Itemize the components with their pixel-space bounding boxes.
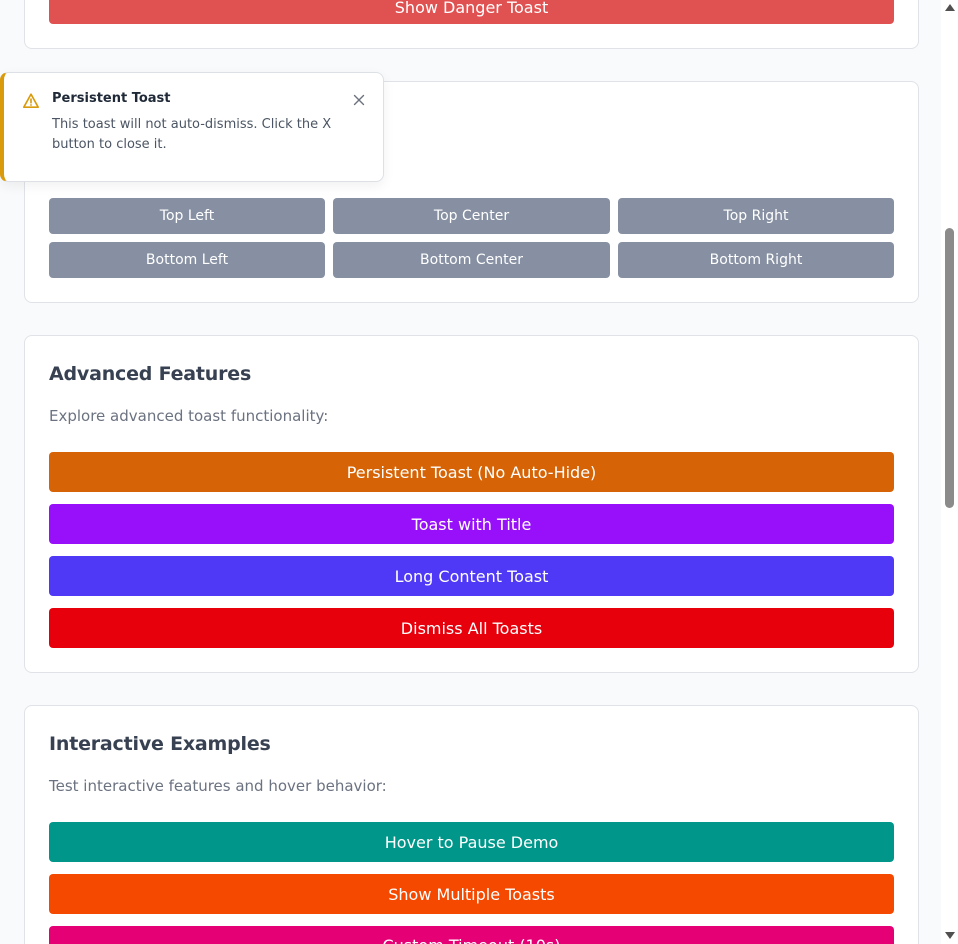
top-left-button[interactable]: Top Left: [49, 198, 325, 234]
bottom-center-button[interactable]: Bottom Center: [333, 242, 610, 278]
scroll-down-icon[interactable]: [945, 932, 955, 939]
persistent-toast: Persistent Toast This toast will not aut…: [0, 72, 384, 182]
interactive-examples-card: Interactive Examples Test interactive fe…: [24, 705, 919, 944]
interactive-examples-description: Test interactive features and hover beha…: [49, 777, 387, 795]
advanced-features-card: Advanced Features Explore advanced toast…: [24, 335, 919, 673]
advanced-features-title: Advanced Features: [49, 363, 252, 385]
show-multiple-toasts-label: Show Multiple Toasts: [388, 884, 555, 904]
long-content-toast-button[interactable]: Long Content Toast: [49, 556, 894, 596]
warning-triangle-icon: [22, 92, 40, 110]
vertical-scrollbar[interactable]: [941, 0, 958, 944]
top-center-label: Top Center: [433, 208, 510, 224]
toast-with-title-label: Toast with Title: [411, 514, 532, 534]
dismiss-all-toasts-button[interactable]: Dismiss All Toasts: [49, 608, 894, 648]
bottom-right-label: Bottom Right: [709, 252, 803, 268]
top-left-label: Top Left: [159, 208, 215, 224]
advanced-features-description: Explore advanced toast functionality:: [49, 407, 329, 425]
bottom-left-button[interactable]: Bottom Left: [49, 242, 325, 278]
scroll-up-icon[interactable]: [945, 4, 955, 11]
show-multiple-toasts-button[interactable]: Show Multiple Toasts: [49, 874, 894, 914]
long-content-toast-label: Long Content Toast: [394, 566, 549, 586]
top-center-button[interactable]: Top Center: [333, 198, 610, 234]
toast-message: This toast will not auto-dismiss. Click …: [52, 117, 332, 152]
toast-title: Persistent Toast: [52, 91, 171, 106]
top-right-label: Top Right: [723, 208, 789, 224]
show-danger-toast-label: Show Danger Toast: [394, 0, 549, 17]
page: Show Danger Toast Top Left Top Center To…: [0, 0, 958, 944]
danger-card: Show Danger Toast: [24, 0, 919, 49]
persistent-toast-label: Persistent Toast (No Auto-Hide): [346, 462, 597, 482]
scrollbar-thumb[interactable]: [945, 228, 954, 508]
bottom-left-label: Bottom Left: [145, 252, 229, 268]
hover-to-pause-label: Hover to Pause Demo: [384, 832, 559, 852]
toast-with-title-button[interactable]: Toast with Title: [49, 504, 894, 544]
bottom-center-label: Bottom Center: [420, 252, 523, 268]
top-right-button[interactable]: Top Right: [618, 198, 894, 234]
persistent-toast-button[interactable]: Persistent Toast (No Auto-Hide): [49, 452, 894, 492]
show-danger-toast-button[interactable]: Show Danger Toast: [49, 0, 894, 24]
hover-to-pause-button[interactable]: Hover to Pause Demo: [49, 822, 894, 862]
dismiss-all-toasts-label: Dismiss All Toasts: [400, 618, 543, 638]
close-icon[interactable]: [352, 92, 366, 106]
custom-timeout-button[interactable]: Custom Timeout (10s): [49, 926, 894, 944]
interactive-examples-title: Interactive Examples: [49, 733, 271, 755]
bottom-right-button[interactable]: Bottom Right: [618, 242, 894, 278]
custom-timeout-label: Custom Timeout (10s): [382, 936, 560, 944]
